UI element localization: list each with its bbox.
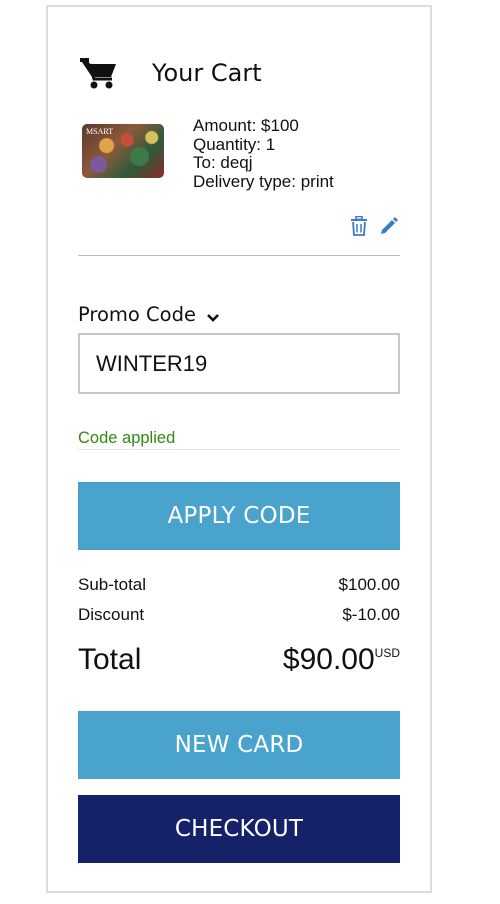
discount-label: Discount — [78, 605, 145, 624]
subtotal-label: Sub-total — [78, 575, 147, 594]
pencil-icon[interactable] — [378, 215, 400, 237]
item-divider — [78, 255, 400, 256]
discount-value: $-10.00 — [342, 605, 400, 624]
trash-icon[interactable] — [348, 215, 370, 237]
item-actions — [348, 215, 400, 237]
cart-item-details: Amount: $100 Quantity: 1 To: deqj Delive… — [193, 116, 334, 191]
promo-code-toggle[interactable]: Promo Code — [78, 303, 220, 326]
total-row: Total $90.00USD — [78, 643, 400, 677]
subtotal-value: $100.00 — [338, 575, 400, 594]
cart-header: Your Cart — [78, 51, 262, 95]
promo-code-input[interactable] — [78, 333, 400, 394]
total-amount: $90.00USD — [283, 643, 400, 677]
chevron-down-icon — [206, 310, 220, 322]
cart-title: Your Cart — [152, 59, 262, 87]
thumbnail-text: MSART — [86, 127, 114, 136]
total-value: $90.00 — [282, 643, 375, 676]
subtotal-row: Sub-total $100.00 — [78, 575, 400, 595]
item-delivery-type: Delivery type: print — [193, 171, 334, 191]
promo-divider — [78, 449, 400, 450]
promo-status-message: Code applied — [78, 429, 176, 447]
checkout-button[interactable]: CHECKOUT — [78, 795, 400, 863]
apply-code-button[interactable]: APPLY CODE — [78, 482, 400, 550]
promo-code-label: Promo Code — [78, 303, 196, 326]
shopping-cart-icon — [78, 55, 118, 91]
discount-row: Discount $-10.00 — [78, 605, 400, 625]
total-currency: USD — [374, 646, 400, 660]
item-amount: Amount: $100 — [193, 116, 299, 135]
item-recipient: To: deqj — [193, 153, 253, 172]
item-quantity: Quantity: 1 — [193, 134, 276, 154]
gift-card-thumbnail: MSART — [82, 124, 164, 178]
total-label: Total — [78, 643, 142, 676]
cart-panel: Your Cart MSART Amount: $100 Quantity: 1… — [46, 5, 432, 893]
new-card-button[interactable]: NEW CARD — [78, 711, 400, 779]
